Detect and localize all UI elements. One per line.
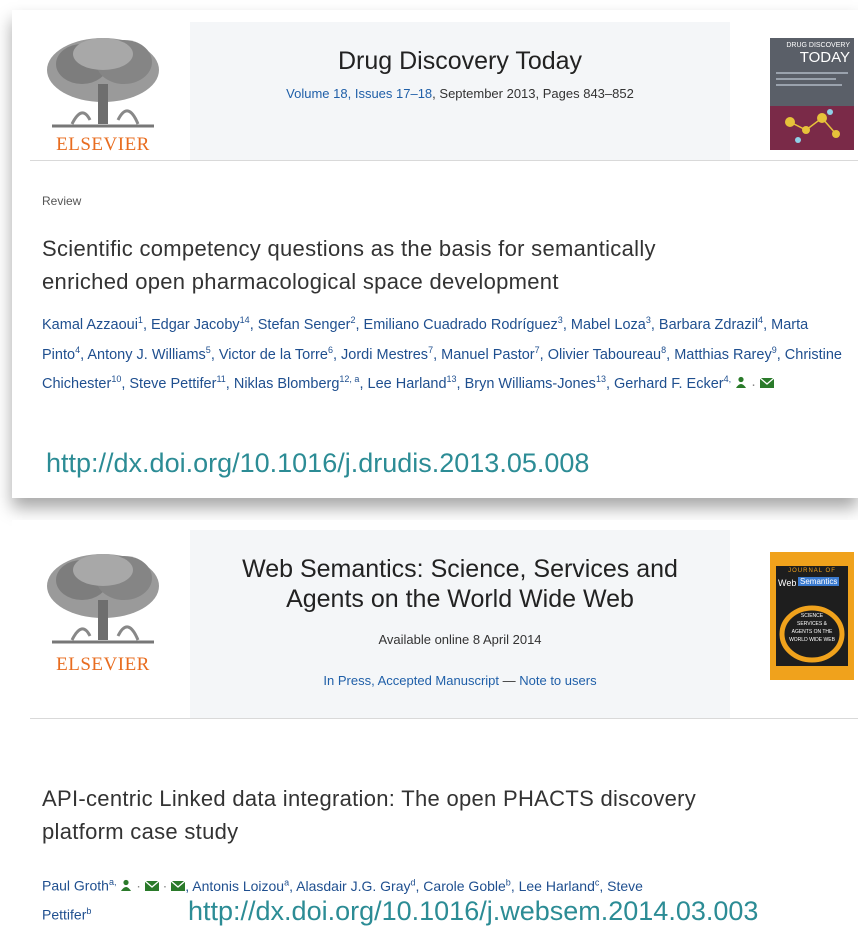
cover-sub4: WORLD WIDE WEB xyxy=(789,637,835,643)
author-name[interactable]: , Steve xyxy=(599,878,643,894)
note-to-users-link[interactable]: Note to users xyxy=(519,673,596,688)
journal-title-line-2: Agents on the World Wide Web xyxy=(286,585,634,613)
journal-info: Web Semantics: Science, Services and Age… xyxy=(190,530,730,718)
author-affiliation: 9 xyxy=(771,344,777,355)
elsevier-wordmark: ELSEVIER xyxy=(56,134,150,155)
author-sup: a, xyxy=(108,877,117,887)
author-name[interactable]: Bryn Williams-Jones xyxy=(465,376,596,392)
author-affiliation: 4, xyxy=(723,374,732,385)
author-affiliation: 3 xyxy=(645,315,651,325)
elsevier-tree-icon xyxy=(42,550,164,646)
elsevier-wordmark: ELSEVIER xyxy=(56,654,150,675)
dash-separator: — xyxy=(499,673,520,688)
author-affiliation: 13 xyxy=(446,374,457,385)
cover-sub2: SERVICES & xyxy=(797,621,827,627)
journal-title-line-1: Web Semantics: Science, Services and xyxy=(242,555,678,583)
title-line-2: enriched open pharmacological space deve… xyxy=(42,269,559,294)
author-name[interactable]: Kamal Azzaoui xyxy=(42,317,138,333)
article-card-web-semantics: ELSEVIER Web Semantics: Science, Service… xyxy=(12,520,858,935)
title-line-1: Scientific competency questions as the b… xyxy=(42,236,656,261)
author-affiliation: 2 xyxy=(350,315,356,325)
author-steve-pettifer[interactable]: Pettifer xyxy=(42,907,86,923)
author-affiliation: 5 xyxy=(205,344,211,355)
title-line-1: API-centric Linked data integration: The… xyxy=(42,786,697,811)
author-sup: b xyxy=(86,906,92,917)
volume-info: Volume 18, Issues 17–18, September 2013,… xyxy=(190,86,730,101)
cover-subtitle: SCIENCE SERVICES & AGENTS ON THE WORLD W… xyxy=(776,612,848,644)
email-icon[interactable] xyxy=(759,372,775,397)
person-icon[interactable] xyxy=(120,874,132,899)
author-affiliation: 10 xyxy=(111,374,122,385)
person-icon[interactable] xyxy=(735,372,747,397)
author-name[interactable]: Jordi Mestres xyxy=(341,347,428,363)
doi-link[interactable]: http://dx.doi.org/10.1016/j.drudis.2013.… xyxy=(46,448,589,479)
author-name[interactable]: Manuel Pastor xyxy=(441,347,535,363)
author-affiliation: 4 xyxy=(758,315,764,325)
author-name[interactable]: Barbara Zdrazil xyxy=(659,317,758,333)
journal-title[interactable]: Web Semantics: Science, Services and Age… xyxy=(190,554,730,614)
author-affiliation: 11 xyxy=(216,374,226,385)
author-affiliation: 3 xyxy=(557,315,563,325)
journal-banner: ELSEVIER Drug Discovery Today Volume 18,… xyxy=(30,22,858,161)
volume-date-pages: , September 2013, Pages 843–852 xyxy=(432,86,634,101)
journal-info: Drug Discovery Today Volume 18, Issues 1… xyxy=(190,22,730,160)
author-name[interactable]: Emiliano Cuadrado Rodríguez xyxy=(364,317,558,333)
volume-link[interactable]: Volume 18, Issues 17–18 xyxy=(286,86,432,101)
elsevier-logo[interactable]: ELSEVIER xyxy=(42,550,172,675)
author-name[interactable]: , Carole Goble xyxy=(416,878,506,894)
author-name[interactable]: Edgar Jacoby xyxy=(151,317,240,333)
author-name[interactable]: , Antonis Loizou xyxy=(185,878,284,894)
author-name[interactable]: , Alasdair J.G. Gray xyxy=(289,878,410,894)
author-affiliation: 14 xyxy=(239,315,250,325)
author-affiliation: 8 xyxy=(661,344,667,355)
article-type-label: Review xyxy=(42,194,82,208)
title-line-2: platform case study xyxy=(42,819,239,844)
author-affiliation: 12, a xyxy=(339,374,360,385)
author-name[interactable]: Steve Pettifer xyxy=(129,376,216,392)
article-card-drug-discovery: ELSEVIER Drug Discovery Today Volume 18,… xyxy=(12,10,858,498)
author-name[interactable]: , Lee Harland xyxy=(511,878,595,894)
author-affiliation: 4 xyxy=(75,344,81,355)
manuscript-status: In Press, Accepted Manuscript — Note to … xyxy=(190,673,730,688)
elsevier-logo[interactable]: ELSEVIER xyxy=(42,34,172,155)
author-name[interactable]: Mabel Loza xyxy=(571,317,646,333)
author-paul-groth[interactable]: Paul Groth xyxy=(42,878,109,894)
author-name[interactable]: Stefan Senger xyxy=(258,317,351,333)
author-name[interactable]: Gerhard F. Ecker xyxy=(614,376,724,392)
author-affiliation: 13 xyxy=(595,374,606,385)
author-name[interactable]: Victor de la Torre xyxy=(219,347,328,363)
journal-title[interactable]: Drug Discovery Today xyxy=(190,46,730,76)
cover-molecule-art xyxy=(770,72,854,150)
cover-sub1: SCIENCE xyxy=(800,613,824,619)
doi-link[interactable]: http://dx.doi.org/10.1016/j.websem.2014.… xyxy=(188,896,758,927)
author-affiliation: 6 xyxy=(327,344,333,355)
email-icon[interactable] xyxy=(170,874,186,899)
cover-sub3: AGENTS ON THE xyxy=(791,629,833,635)
available-online: Available online 8 April 2014 xyxy=(378,632,542,647)
author-name[interactable]: Olivier Taboureau xyxy=(548,347,661,363)
email-icon[interactable] xyxy=(144,874,160,899)
author-list: Kamal Azzaoui1, Edgar Jacoby14, Stefan S… xyxy=(42,308,842,397)
journal-cover-web-semantics[interactable]: JOURNAL OF Web Semantics SCIENCE SERVICE… xyxy=(770,552,854,680)
journal-cover-drug-discovery[interactable]: DRUG DISCOVERY TODAY xyxy=(770,38,854,150)
author-affiliation: 7 xyxy=(534,344,540,355)
author-name[interactable]: Matthias Rarey xyxy=(674,347,772,363)
author-affiliation: 1 xyxy=(137,315,143,325)
elsevier-tree-icon xyxy=(42,34,164,130)
author-name[interactable]: Antony J. Williams xyxy=(87,347,205,363)
journal-banner: ELSEVIER Web Semantics: Science, Service… xyxy=(30,530,858,719)
article-title: Scientific competency questions as the b… xyxy=(42,232,842,298)
author-name[interactable]: Niklas Blomberg xyxy=(234,376,340,392)
author-affiliation: 7 xyxy=(428,344,434,355)
in-press-link[interactable]: In Press, Accepted Manuscript xyxy=(323,673,499,688)
article-title: API-centric Linked data integration: The… xyxy=(42,782,842,848)
author-name[interactable]: Lee Harland xyxy=(368,376,447,392)
